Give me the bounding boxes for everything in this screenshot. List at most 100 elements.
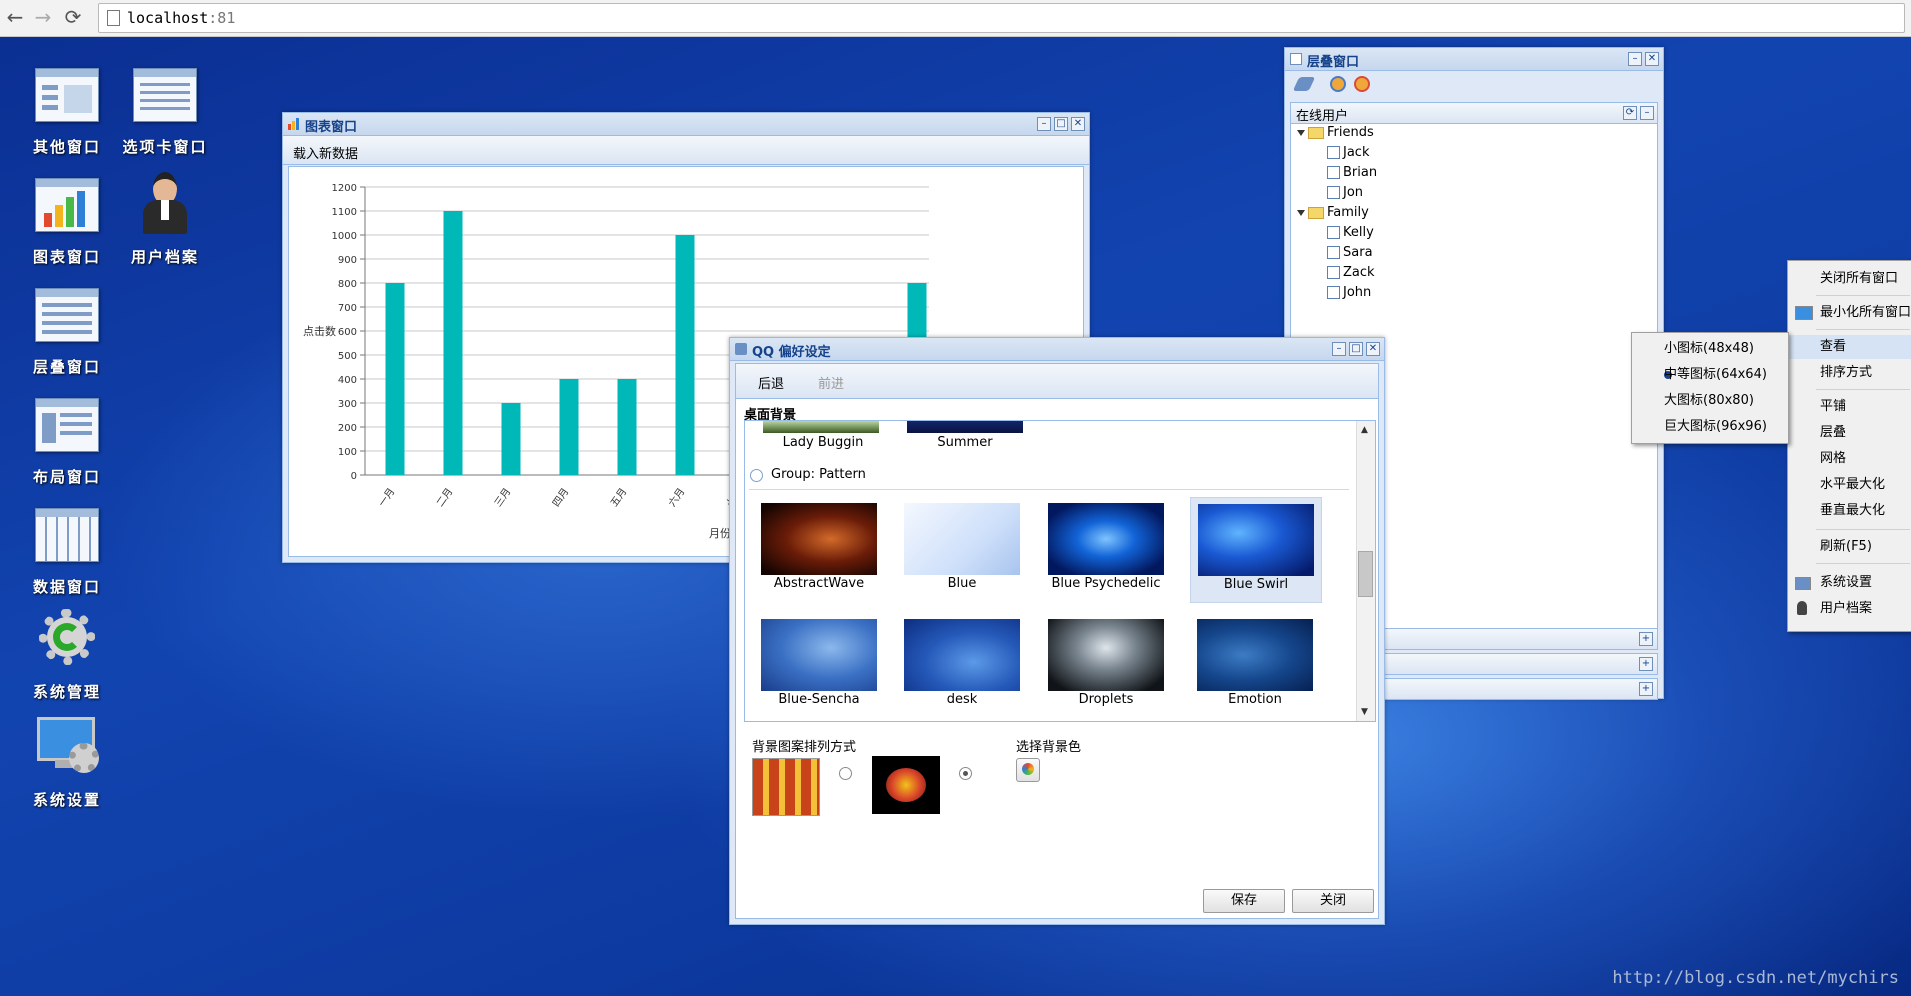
menu-item-close-all[interactable]: 关闭所有窗口 — [1788, 267, 1911, 291]
wallpaper-tile-selected[interactable]: Blue Swirl — [1190, 497, 1322, 603]
view-submenu: 小图标(48x48) 中等图标(64x64) 大图标(80x80) 巨大图标(9… — [1631, 332, 1789, 444]
collapse-icon[interactable]: – — [1640, 106, 1654, 120]
wallpaper-tile[interactable]: Blue-Sencha — [761, 619, 877, 711]
wallpaper-thumb[interactable] — [763, 421, 879, 433]
submenu-item-medium-icons[interactable]: 中等图标(64x64) — [1632, 363, 1788, 387]
wallpaper-tile[interactable]: Blue — [904, 503, 1020, 595]
reload-button[interactable]: ⟳ — [60, 4, 86, 30]
menu-item-maximize-vertical[interactable]: 垂直最大化 — [1788, 499, 1911, 523]
menu-item-sort[interactable]: 排序方式 — [1788, 361, 1911, 385]
desktop-icon-label: 其他窗口 — [32, 138, 101, 156]
scrollbar[interactable]: ▲ ▼ — [1356, 421, 1375, 721]
scrollbar-thumb[interactable] — [1358, 551, 1373, 597]
expand-icon[interactable]: + — [1639, 657, 1653, 671]
close-button[interactable]: 关闭 — [1292, 889, 1374, 913]
preferences-window[interactable]: QQ 偏好设定 – □ ✕ 后退 前进 桌面背景 Lady Buggin Summe… — [729, 337, 1385, 925]
add-user-icon[interactable] — [1330, 76, 1346, 92]
menu-item-cascade[interactable]: 层叠 — [1788, 421, 1911, 445]
menu-item-view[interactable]: 查看 — [1788, 335, 1911, 359]
desktop-icon-user-profile[interactable]: 用户档案 — [110, 172, 220, 282]
menu-item-tile[interactable]: 平铺 — [1788, 395, 1911, 419]
tree-item[interactable]: Zack — [1327, 265, 1375, 280]
maximize-icon[interactable]: □ — [1349, 342, 1363, 356]
load-data-button[interactable]: 载入新数据 — [293, 143, 358, 162]
menu-item-grid[interactable]: 网格 — [1788, 447, 1911, 471]
wallpaper-list[interactable]: Lady Buggin Summer Group: Pattern Abstra… — [744, 420, 1376, 722]
back-button[interactable]: ← — [2, 4, 28, 30]
menu-item-minimize-all[interactable]: 最小化所有窗口 — [1788, 301, 1911, 325]
desktop[interactable]: 其他窗口 选项卡窗口 图表窗口 用户档案 层叠窗口 布局窗口 数据窗口 系统管理… — [0, 37, 1911, 996]
close-icon[interactable]: ✕ — [1366, 342, 1380, 356]
tree-item[interactable]: Kelly — [1327, 225, 1374, 240]
minimize-icon[interactable]: – — [1628, 52, 1642, 66]
cascade-window-titlebar[interactable]: 层叠窗口 – ✕ — [1285, 48, 1663, 71]
save-button[interactable]: 保存 — [1203, 889, 1285, 913]
desktop-icon-chart-window[interactable]: 图表窗口 — [12, 172, 122, 282]
expand-arrow-icon[interactable] — [1297, 209, 1305, 216]
y-tick-label: 100 — [338, 447, 357, 458]
menu-item-user-profile[interactable]: 用户档案 — [1788, 597, 1911, 621]
close-icon[interactable]: ✕ — [1071, 117, 1085, 131]
desktop-icon-other-windows[interactable]: 其他窗口 — [12, 62, 122, 172]
close-icon[interactable]: ✕ — [1645, 52, 1659, 66]
tree-item[interactable]: Brian — [1327, 165, 1377, 180]
chart-window-titlebar[interactable]: 图表窗口 – □ ✕ — [283, 113, 1089, 136]
wallpaper-thumb[interactable] — [907, 421, 1023, 433]
desktop-icon-system-management[interactable]: 系统管理 — [12, 607, 122, 717]
scroll-down-icon[interactable]: ▼ — [1361, 707, 1368, 717]
wallpaper-tile[interactable]: Blue Psychedelic — [1048, 503, 1164, 595]
wallpaper-tile[interactable]: AbstractWave — [761, 503, 877, 595]
user-node-icon — [1327, 226, 1340, 239]
desktop-icon-layout-window[interactable]: 布局窗口 — [12, 392, 122, 502]
back-nav-button[interactable]: 后退 — [758, 373, 784, 392]
tree-group-friends[interactable]: Friends — [1297, 125, 1374, 140]
tile-pattern-preview[interactable] — [752, 758, 820, 816]
address-bar[interactable]: localhost:81 — [98, 3, 1905, 33]
desktop-icon-data-window[interactable]: 数据窗口 — [12, 502, 122, 612]
color-picker-button[interactable] — [1016, 758, 1040, 782]
submenu-item-small-icons[interactable]: 小图标(48x48) — [1632, 337, 1788, 361]
chart-bar — [501, 403, 521, 475]
center-radio[interactable] — [959, 767, 972, 780]
scroll-up-icon[interactable]: ▲ — [1361, 425, 1368, 435]
menu-item-system-settings[interactable]: 系统设置 — [1788, 571, 1911, 595]
center-pattern-preview[interactable] — [872, 756, 940, 814]
remove-user-icon[interactable] — [1354, 76, 1370, 92]
tree-item[interactable]: Jack — [1327, 145, 1369, 160]
preferences-icon — [735, 343, 747, 355]
desktop-icon-system-settings[interactable]: 系统设置 — [12, 715, 122, 825]
forward-button[interactable]: → — [30, 4, 56, 30]
submenu-item-large-icons[interactable]: 大图标(80x80) — [1632, 389, 1788, 413]
expand-icon[interactable]: + — [1639, 632, 1653, 646]
x-axis-label: 月份 — [709, 527, 731, 540]
tree-item[interactable]: John — [1327, 285, 1371, 300]
maximize-icon[interactable]: □ — [1054, 117, 1068, 131]
user-node-icon — [1327, 246, 1340, 259]
desktop-icon-label: 数据窗口 — [32, 578, 101, 596]
group-radio[interactable] — [750, 469, 763, 482]
chart-bar — [443, 211, 463, 475]
expand-icon[interactable]: + — [1639, 682, 1653, 696]
menu-item-maximize-horizontal[interactable]: 水平最大化 — [1788, 473, 1911, 497]
expand-arrow-icon[interactable] — [1297, 129, 1305, 136]
desktop-icon-cascade-window[interactable]: 层叠窗口 — [12, 282, 122, 392]
wallpaper-tile[interactable]: Droplets — [1048, 619, 1164, 711]
minimize-icon[interactable]: – — [1037, 117, 1051, 131]
preferences-window-titlebar[interactable]: QQ 偏好设定 – □ ✕ — [730, 338, 1384, 361]
monitor-gear-icon — [33, 715, 101, 779]
submenu-item-huge-icons[interactable]: 巨大图标(96x96) — [1632, 415, 1788, 439]
refresh-icon[interactable]: ⟳ — [1623, 106, 1637, 120]
wallpaper-tile[interactable]: desk — [904, 619, 1020, 711]
wallpaper-tile[interactable]: Emotion — [1197, 619, 1313, 711]
tree-item[interactable]: Sara — [1327, 245, 1373, 260]
forward-nav-button[interactable]: 前进 — [818, 373, 844, 392]
panel-title: 在线用户 — [1296, 109, 1349, 124]
tile-radio[interactable] — [839, 767, 852, 780]
desktop-icon-tab-window[interactable]: 选项卡窗口 — [110, 62, 220, 172]
desktop-icon-label: 系统管理 — [32, 683, 101, 701]
pen-icon[interactable] — [1292, 77, 1316, 91]
menu-item-refresh[interactable]: 刷新(F5) — [1788, 535, 1911, 559]
tree-item[interactable]: Jon — [1327, 185, 1363, 200]
minimize-icon[interactable]: – — [1332, 342, 1346, 356]
tree-group-family[interactable]: Family — [1297, 205, 1369, 220]
